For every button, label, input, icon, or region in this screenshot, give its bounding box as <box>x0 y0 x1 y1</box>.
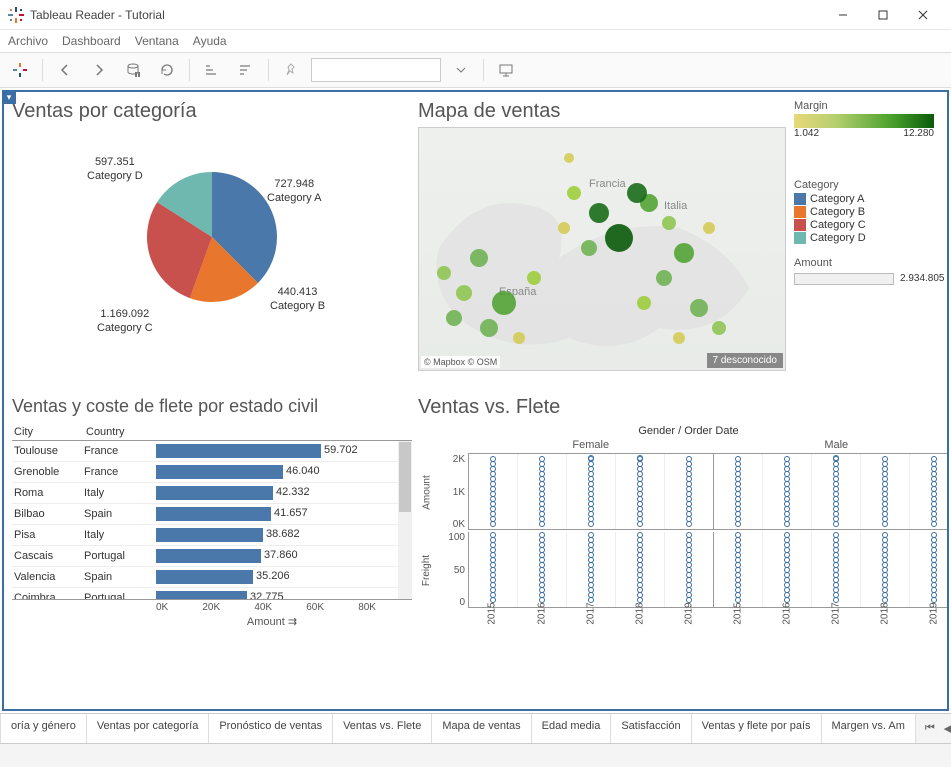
panel-bars: Ventas y coste de flete por estado civil… <box>12 396 412 706</box>
scrollbar[interactable] <box>398 441 412 599</box>
margin-gradient[interactable] <box>794 114 934 128</box>
refresh-button[interactable] <box>153 56 181 84</box>
close-button[interactable] <box>903 1 943 29</box>
minimize-button[interactable] <box>823 1 863 29</box>
map-attribution: © Mapbox © OSM <box>421 356 500 368</box>
tab-prev-icon[interactable]: ◀ <box>940 721 951 737</box>
highlight-select[interactable] <box>311 58 441 82</box>
maximize-button[interactable] <box>863 1 903 29</box>
legend-cat-d[interactable]: Category D <box>794 232 949 244</box>
table-row[interactable]: CoimbraPortugal32.775 <box>12 588 412 600</box>
tab-partial-right[interactable]: Margen vs. Am <box>822 714 916 743</box>
dashboard-area: ▾ Ventas por categoría 727.948Category A… <box>2 90 949 711</box>
map-bubbles <box>419 128 786 371</box>
pie-title: Ventas por categoría <box>12 100 412 123</box>
panel-scatter: Ventas vs. Flete Gender / Order Date Fem… <box>418 396 949 706</box>
bars-title: Ventas y coste de flete por estado civil <box>12 396 412 418</box>
sort-desc-button[interactable] <box>232 56 260 84</box>
amount-slider[interactable] <box>794 273 894 285</box>
toolbar <box>0 52 951 88</box>
window-title: Tableau Reader - Tutorial <box>30 8 823 22</box>
table-row[interactable]: ToulouseFrance59.702 <box>12 441 412 462</box>
map-title: Mapa de ventas <box>418 100 788 123</box>
chevron-down-icon[interactable] <box>447 56 475 84</box>
status-bar <box>0 743 951 767</box>
menu-dashboard[interactable]: Dashboard <box>62 34 121 48</box>
sort-asc-button[interactable] <box>198 56 226 84</box>
tab-edad[interactable]: Edad media <box>532 714 612 743</box>
tab-satisfaccion[interactable]: Satisfacción <box>611 714 691 743</box>
corner-handle[interactable]: ▾ <box>2 90 16 104</box>
menu-help[interactable]: Ayuda <box>193 34 227 48</box>
back-button[interactable] <box>51 56 79 84</box>
tab-ventas-categoria[interactable]: Ventas por categoría <box>87 714 210 743</box>
pie-label-b: 440.413Category B <box>270 285 325 314</box>
table-row[interactable]: RomaItaly42.332 <box>12 483 412 504</box>
table-row[interactable]: ValenciaSpain35.206 <box>12 567 412 588</box>
table-row[interactable]: PisaItaly38.682 <box>12 525 412 546</box>
scatter-title: Ventas vs. Flete <box>418 396 949 419</box>
menubar: Archivo Dashboard Ventana Ayuda <box>0 30 951 52</box>
data-source-button[interactable] <box>119 56 147 84</box>
tab-ventas-flete[interactable]: Ventas vs. Flete <box>333 714 432 743</box>
menu-window[interactable]: Ventana <box>135 34 179 48</box>
legend-cat-b[interactable]: Category B <box>794 206 949 218</box>
legend-cat-c[interactable]: Category C <box>794 219 949 231</box>
panel-map: Mapa de ventas Francia España Italia © M… <box>418 100 788 390</box>
tab-mapa[interactable]: Mapa de ventas <box>432 714 531 743</box>
bar-table[interactable]: ToulouseFrance59.702GrenobleFrance46.040… <box>12 440 412 600</box>
pie-label-c: 1.169.092Category C <box>97 307 153 336</box>
tab-ventas-flete-pais[interactable]: Ventas y flete por país <box>692 714 822 743</box>
table-row[interactable]: CascaisPortugal37.860 <box>12 546 412 567</box>
tab-pronostico[interactable]: Pronóstico de ventas <box>209 714 333 743</box>
titlebar: Tableau Reader - Tutorial <box>0 0 951 30</box>
tableau-logo-button[interactable] <box>6 56 34 84</box>
pie-chart[interactable] <box>142 167 282 307</box>
pin-button[interactable] <box>277 56 305 84</box>
presentation-button[interactable] <box>492 56 520 84</box>
table-row[interactable]: BilbaoSpain41.657 <box>12 504 412 525</box>
menu-file[interactable]: Archivo <box>8 34 48 48</box>
pie-label-d: 597.351Category D <box>87 155 143 184</box>
forward-button[interactable] <box>85 56 113 84</box>
sales-map[interactable]: Francia España Italia © Mapbox © OSM 7 d… <box>418 127 786 371</box>
scatter-freight[interactable] <box>468 532 949 608</box>
panel-legend: Margin 1.04212.280 Category Category A C… <box>794 100 949 390</box>
panel-pie: Ventas por categoría 727.948Category A 4… <box>12 100 412 390</box>
table-row[interactable]: GrenobleFrance46.040 <box>12 462 412 483</box>
scatter-amount[interactable] <box>468 454 949 530</box>
tab-partial-left[interactable]: oría y género <box>0 714 87 743</box>
pie-label-a: 727.948Category A <box>267 177 321 206</box>
legend-cat-a[interactable]: Category A <box>794 193 949 205</box>
tab-first-icon[interactable]: ⏮ <box>922 721 938 737</box>
sheet-tabs: oría y género Ventas por categoría Pronó… <box>0 713 951 743</box>
map-unknown-badge[interactable]: 7 desconocido <box>707 353 784 368</box>
app-logo-icon <box>8 7 24 23</box>
